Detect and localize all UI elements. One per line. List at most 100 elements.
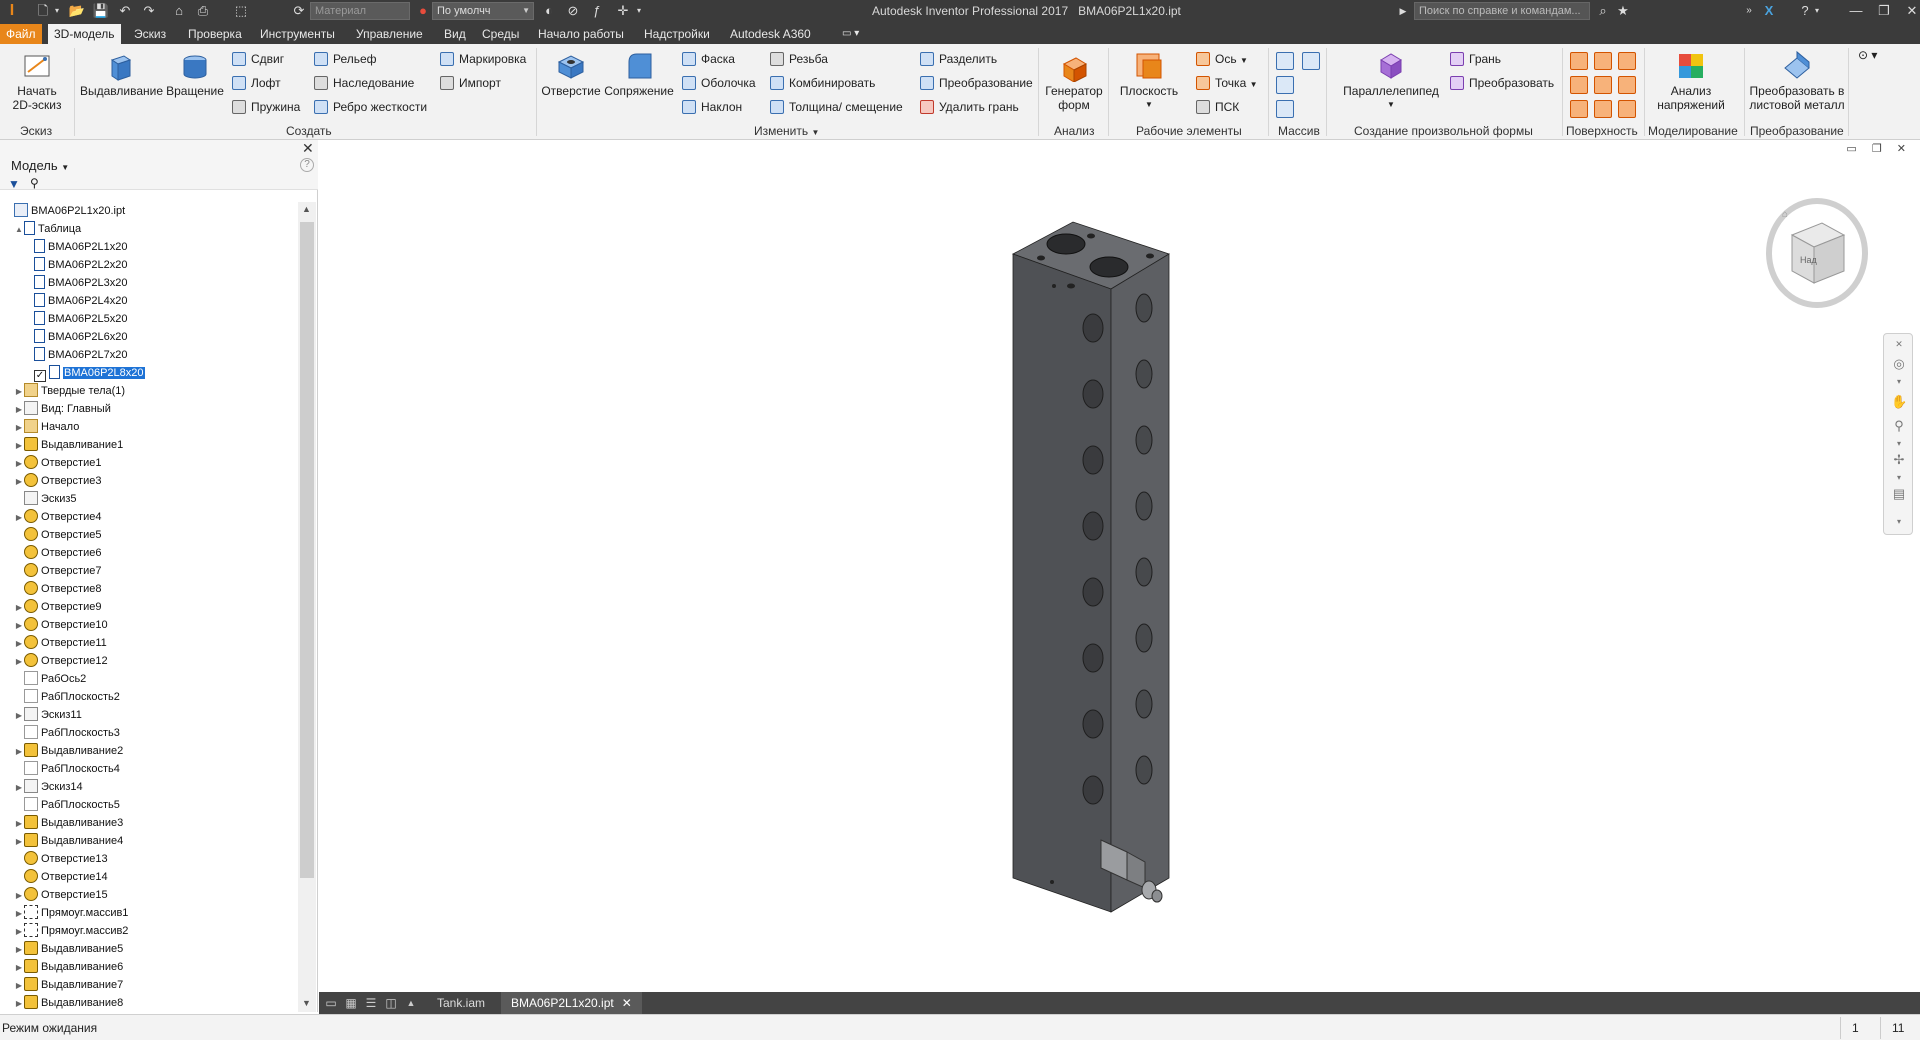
tree-node[interactable]: ▶ Выдавливание5: [14, 940, 123, 958]
minimize-icon[interactable]: —: [1842, 0, 1870, 22]
ruled-surface-icon[interactable]: [1570, 76, 1588, 94]
emboss-button[interactable]: Рельеф: [314, 50, 377, 68]
tree-node[interactable]: ▶ Отверстие12: [14, 652, 108, 670]
expand-arrow-icon[interactable]: ▶: [14, 401, 24, 419]
loft-button[interactable]: Лофт: [232, 74, 281, 92]
tile-icon[interactable]: ▦: [343, 995, 359, 1011]
tree-node[interactable]: ▲ Таблица: [14, 220, 81, 238]
filter-icon[interactable]: ▼: [8, 177, 20, 191]
undo-icon[interactable]: ↶: [116, 2, 134, 20]
doc-tab-tank[interactable]: Tank.iam: [427, 992, 495, 1014]
expand-arrow-icon[interactable]: ▶: [14, 959, 24, 977]
tree-node[interactable]: РабОсь2: [14, 670, 86, 688]
select-mode-icon[interactable]: ⬚: [232, 2, 250, 20]
derive-button[interactable]: Наследование: [314, 74, 414, 92]
scroll-up-icon[interactable]: ▲: [302, 204, 311, 214]
tree-node[interactable]: ▶ Отверстие15: [14, 886, 108, 904]
hole-button[interactable]: Отверстие: [540, 50, 602, 98]
search-icon[interactable]: ⌕: [1594, 2, 1612, 20]
split-button[interactable]: Разделить: [920, 50, 997, 68]
chevron-down-icon[interactable]: ▾: [1891, 470, 1907, 486]
expand-arrow-icon[interactable]: ▶: [14, 509, 24, 527]
doc-tab-active[interactable]: BMA06P2L1x20.ipt ✕: [501, 992, 642, 1014]
sweep-button[interactable]: Сдвиг: [232, 50, 284, 68]
tree-node[interactable]: Отверстие14: [14, 868, 108, 886]
work-plane-button[interactable]: Плоскость ▼: [1116, 50, 1182, 112]
tree-node[interactable]: ▶ Эскиз11: [14, 706, 82, 724]
new-file-icon[interactable]: 🗋: [34, 2, 52, 20]
close-tab-icon[interactable]: ✕: [622, 996, 632, 1010]
tab-3d-model[interactable]: 3D-модель: [48, 24, 121, 44]
help-dropdown-icon[interactable]: ▾: [1812, 2, 1822, 20]
arrange-up-icon[interactable]: ▲: [403, 995, 419, 1011]
expand-arrow-icon[interactable]: ▶: [14, 923, 24, 941]
expand-arrow-icon[interactable]: ▶: [14, 743, 24, 761]
panel-title-modify[interactable]: Изменить ▼: [754, 124, 819, 138]
expand-arrow-icon[interactable]: ▶: [14, 815, 24, 833]
exchange-apps-icon[interactable]: X: [1760, 2, 1778, 20]
import-button[interactable]: Импорт: [440, 74, 501, 92]
tree-node[interactable]: ▶ Твердые тела(1): [14, 382, 125, 400]
expand-arrow-icon[interactable]: ▶: [14, 437, 24, 455]
shape-generator-button[interactable]: Генератор форм: [1042, 50, 1106, 112]
tree-node[interactable]: BMA06P2L6x20: [24, 328, 128, 346]
expand-arrow-icon[interactable]: ▶: [14, 419, 24, 437]
chevron-down-icon[interactable]: ▾: [1891, 374, 1907, 390]
tree-node[interactable]: ▶ Прямоуг.массив1: [14, 904, 128, 922]
tab-sketch[interactable]: Эскиз: [128, 24, 172, 44]
viewcube[interactable]: Над ⌂: [1762, 195, 1872, 335]
start-2d-sketch-button[interactable]: Начать 2D-эскиз: [8, 50, 66, 112]
thread-button[interactable]: Резьба: [770, 50, 828, 68]
tab-get-started[interactable]: Начало работы: [532, 24, 630, 44]
binoculars-icon[interactable]: ⚲: [30, 176, 39, 190]
shell-button[interactable]: Оболочка: [682, 74, 756, 92]
redo-icon[interactable]: ↷: [140, 2, 158, 20]
direct-edit-button[interactable]: Преобразование: [920, 74, 1033, 92]
close-icon[interactable]: ✕: [1891, 336, 1907, 352]
forward-arrow-icon[interactable]: »: [1740, 2, 1758, 20]
scrollbar-thumb[interactable]: [300, 222, 314, 878]
expand-arrow-icon[interactable]: ▶: [14, 473, 24, 491]
sculpt-icon[interactable]: [1618, 52, 1636, 70]
extend-icon[interactable]: [1618, 76, 1636, 94]
extrude-button[interactable]: Выдавливание: [80, 50, 163, 98]
chamfer-button[interactable]: Фаска: [682, 50, 735, 68]
tree-node[interactable]: Эскиз5: [14, 490, 77, 508]
graphics-viewport[interactable]: ▭ ❐ ✕: [319, 140, 1920, 992]
boundary-patch-icon[interactable]: [1570, 100, 1588, 118]
sketch-pattern-icon[interactable]: [1276, 100, 1294, 118]
tree-node[interactable]: ▶ Прямоуг.массив2: [14, 922, 128, 940]
new-dropdown-icon[interactable]: ▾: [52, 2, 62, 20]
tree-node[interactable]: ▶ Выдавливание4: [14, 832, 123, 850]
video-dropdown-icon[interactable]: ▭ ▾: [836, 24, 865, 44]
freeform-convert-button[interactable]: Преобразовать: [1450, 74, 1554, 92]
expand-arrow-icon[interactable]: ▶: [14, 383, 24, 401]
replace-face-icon[interactable]: [1594, 100, 1612, 118]
expand-arrow-icon[interactable]: ▶: [14, 833, 24, 851]
tree-node[interactable]: Отверстие13: [14, 850, 108, 868]
search-expand-icon[interactable]: ▶: [1394, 2, 1412, 20]
help-search-input[interactable]: Поиск по справке и командам...: [1414, 2, 1590, 20]
tab-manage[interactable]: Управление: [350, 24, 429, 44]
expand-arrow-icon[interactable]: ▶: [14, 887, 24, 905]
parameters-icon[interactable]: ƒ: [588, 2, 606, 20]
browser-title-dropdown[interactable]: Модель ▼: [11, 158, 69, 173]
freeform-face-button[interactable]: Грань: [1450, 50, 1501, 68]
restore-icon[interactable]: ❐: [1870, 0, 1898, 22]
repair-bodies-icon[interactable]: [1618, 100, 1636, 118]
part-model-graphic[interactable]: [319, 140, 1920, 992]
tree-node[interactable]: РабПлоскость4: [14, 760, 120, 778]
cascade-icon[interactable]: ▭: [323, 995, 339, 1011]
expand-arrow-icon[interactable]: ▶: [14, 599, 24, 617]
expand-arrow-icon[interactable]: ▲: [14, 221, 24, 239]
ribbon-options-button[interactable]: ⊙ ▾: [1858, 46, 1877, 64]
material-dropdown[interactable]: Материал: [310, 2, 410, 20]
tree-node[interactable]: BMA06P2L5x20: [24, 310, 128, 328]
draft-button[interactable]: Наклон: [682, 98, 742, 116]
orbit-icon[interactable]: ✢: [1891, 452, 1907, 468]
home-icon[interactable]: ⌂: [170, 2, 188, 20]
tree-node[interactable]: ▶ Выдавливание2: [14, 742, 123, 760]
tree-node[interactable]: Отверстие6: [14, 544, 101, 562]
tree-node[interactable]: BMA06P2L7x20: [24, 346, 128, 364]
expand-arrow-icon[interactable]: ▶: [14, 617, 24, 635]
